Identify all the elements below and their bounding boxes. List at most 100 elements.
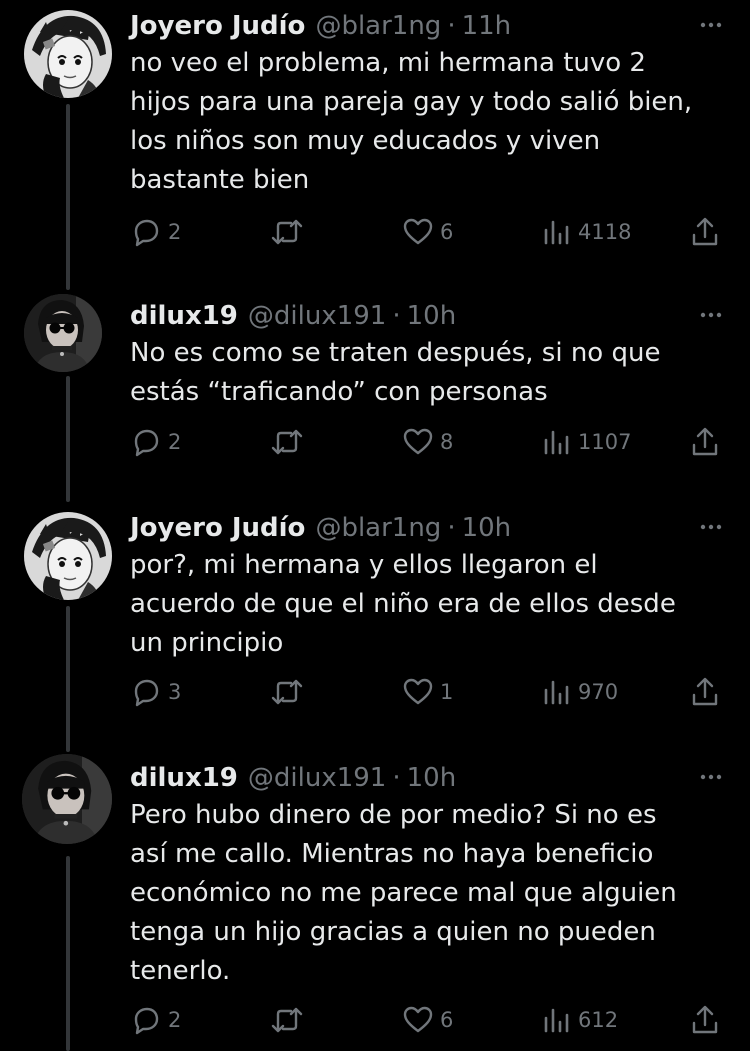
tweet-text: Pero hubo dinero de por medio? Si no es … (130, 800, 677, 986)
reply-button[interactable]: 2 (130, 212, 181, 252)
tweet-header: Joyero Judío @blar1ng · 11h (130, 8, 726, 44)
author-handle[interactable]: @dilux191 (248, 301, 386, 331)
more-icon[interactable] (696, 10, 726, 47)
tweet-text: No es como se traten después, si no que … (130, 338, 661, 407)
view-count: 4118 (578, 220, 632, 244)
more-icon[interactable] (696, 300, 726, 337)
more-icon[interactable] (696, 512, 726, 549)
thread-connector-line (66, 856, 70, 1051)
author-handle[interactable]: @blar1ng (315, 11, 441, 41)
tweet-header: dilux19 @dilux191 · 10h (130, 298, 726, 334)
retweet-icon (271, 429, 303, 455)
share-button[interactable] (690, 1000, 720, 1040)
like-count: 1 (440, 680, 454, 704)
tweet[interactable]: dilux19 @dilux191 · 10h Pero hubo dinero… (0, 752, 750, 1051)
views-button[interactable]: 612 (542, 1000, 618, 1040)
girl-sunglasses-avatar-image (22, 754, 112, 844)
reply-count: 2 (168, 1008, 182, 1032)
share-icon (692, 217, 718, 246)
thread-connector-line (66, 104, 70, 290)
like-count: 8 (440, 430, 454, 454)
views-icon (544, 220, 569, 245)
avatar[interactable] (22, 754, 112, 844)
view-count: 970 (578, 680, 619, 704)
retweet-icon (271, 1007, 303, 1033)
views-button[interactable]: 970 (542, 672, 618, 712)
tweet-text: por?, mi hermana y ellos llegaron el acu… (130, 550, 676, 658)
tweet-time[interactable]: 11h (462, 11, 512, 41)
tweet-time[interactable]: 10h (407, 763, 457, 793)
more-icon[interactable] (696, 762, 726, 799)
author-name[interactable]: dilux19 (130, 763, 238, 793)
like-button[interactable]: 1 (402, 672, 453, 712)
author-name[interactable]: dilux19 (130, 301, 238, 331)
thread-connector-line (66, 606, 70, 752)
retweet-button[interactable] (270, 672, 304, 712)
retweet-icon (271, 219, 303, 245)
author-handle[interactable]: @blar1ng (315, 513, 441, 543)
views-icon (544, 1008, 569, 1033)
reply-count: 3 (168, 680, 182, 704)
tweet-text: no veo el problema, mi hermana tuvo 2 hi… (130, 48, 693, 195)
manga-boy-avatar-image (24, 512, 112, 600)
reply-icon (134, 219, 159, 247)
avatar[interactable] (24, 10, 112, 98)
girl-sunglasses-avatar-image (24, 294, 102, 372)
author-handle[interactable]: @dilux191 (248, 763, 386, 793)
views-icon (544, 680, 569, 705)
tweet-thread: Joyero Judío @blar1ng · 11h no veo el pr… (0, 0, 750, 1051)
author-name[interactable]: Joyero Judío (130, 11, 305, 41)
like-button[interactable]: 6 (402, 212, 453, 252)
separator-dot: · (447, 11, 456, 41)
tweet-actions: 2 6 4118 (130, 212, 726, 252)
heart-icon (403, 428, 433, 455)
tweet-actions: 3 1 970 (130, 672, 726, 712)
like-button[interactable]: 6 (402, 1000, 453, 1040)
thread-connector-line (66, 376, 70, 502)
retweet-button[interactable] (270, 422, 304, 462)
tweet-actions: 2 8 1107 (130, 422, 726, 462)
like-count: 6 (440, 220, 454, 244)
tweet[interactable]: Joyero Judío @blar1ng · 11h no veo el pr… (0, 0, 750, 290)
share-button[interactable] (690, 672, 720, 712)
view-count: 1107 (578, 430, 632, 454)
like-button[interactable]: 8 (402, 422, 453, 462)
heart-icon (403, 678, 433, 705)
share-icon (692, 427, 718, 456)
tweet-actions: 2 6 612 (130, 1000, 726, 1040)
avatar[interactable] (24, 294, 102, 372)
tweet-time[interactable]: 10h (462, 513, 512, 543)
author-name[interactable]: Joyero Judío (130, 513, 305, 543)
tweet-header: Joyero Judío @blar1ng · 10h (130, 510, 726, 546)
view-count: 612 (578, 1008, 619, 1032)
tweet[interactable]: dilux19 @dilux191 · 10h No es como se tr… (0, 290, 750, 502)
heart-icon (403, 218, 433, 245)
avatar[interactable] (24, 512, 112, 600)
reply-icon (134, 1007, 159, 1035)
separator-dot: · (392, 301, 401, 331)
share-button[interactable] (690, 212, 720, 252)
tweet-header: dilux19 @dilux191 · 10h (130, 760, 726, 796)
reply-button[interactable]: 2 (130, 1000, 181, 1040)
share-icon (692, 677, 718, 706)
reply-icon (134, 429, 159, 457)
reply-count: 2 (168, 430, 182, 454)
heart-icon (403, 1006, 433, 1033)
manga-boy-avatar-image (24, 10, 112, 98)
views-button[interactable]: 4118 (542, 212, 631, 252)
tweet-time[interactable]: 10h (407, 301, 457, 331)
like-count: 6 (440, 1008, 454, 1032)
reply-button[interactable]: 3 (130, 672, 181, 712)
views-button[interactable]: 1107 (542, 422, 631, 462)
views-icon (544, 430, 569, 455)
retweet-icon (271, 679, 303, 705)
retweet-button[interactable] (270, 1000, 304, 1040)
tweet[interactable]: Joyero Judío @blar1ng · 10h por?, mi her… (0, 502, 750, 752)
reply-icon (134, 679, 159, 707)
retweet-button[interactable] (270, 212, 304, 252)
share-button[interactable] (690, 422, 720, 462)
share-icon (692, 1005, 718, 1034)
reply-count: 2 (168, 220, 182, 244)
separator-dot: · (447, 513, 456, 543)
reply-button[interactable]: 2 (130, 422, 181, 462)
